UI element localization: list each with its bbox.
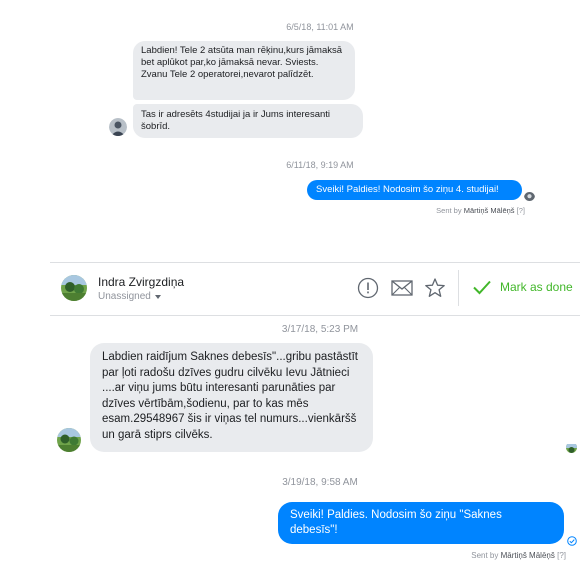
alert-circle-icon: [357, 277, 379, 299]
star-button[interactable]: [424, 277, 446, 299]
delivered-check-icon: [567, 536, 577, 546]
timestamp: 6/11/18, 9:19 AM: [286, 160, 354, 170]
incoming-message: Labdien! Tele 2 atsūta man rēķinu,kurs j…: [133, 41, 355, 100]
sent-by-help[interactable]: [?]: [517, 206, 525, 215]
incoming-message: Tas ir adresēts 4studijai ja ir Jums int…: [133, 104, 363, 138]
sender-avatar[interactable]: [109, 118, 127, 136]
assignee-label: Unassigned: [98, 291, 151, 302]
contact-name: Indra Zvirgzdiņa: [98, 275, 185, 289]
person-photo-icon: [61, 275, 87, 301]
assignee-dropdown[interactable]: Unassigned: [98, 291, 162, 302]
person-photo-icon: [524, 192, 535, 201]
envelope-icon: [391, 280, 413, 296]
outgoing-message: Sveiki! Paldies. Nodosim šo ziņu "Saknes…: [278, 502, 564, 544]
checkmark-icon: [473, 280, 491, 295]
sent-by-prefix: Sent by: [436, 206, 462, 215]
sent-by-name[interactable]: Mārtiņš Mālēņš: [464, 206, 515, 215]
header-divider: [458, 270, 459, 306]
incoming-message: Labdien raidījum Saknes debesīs"...gribu…: [90, 343, 373, 452]
sender-avatar[interactable]: [57, 428, 81, 452]
mark-as-done-button[interactable]: Mark as done: [472, 279, 573, 295]
delivered-status: [567, 533, 577, 546]
timestamp: 3/17/18, 5:23 PM: [281, 324, 359, 335]
agent-avatar: [524, 190, 535, 201]
person-photo-icon: [566, 444, 577, 453]
timestamp: 6/5/18, 11:01 AM: [286, 22, 354, 32]
sent-by-help[interactable]: [?]: [557, 551, 566, 560]
contact-avatar[interactable]: [61, 275, 87, 301]
spam-button[interactable]: [357, 277, 379, 299]
outgoing-message: Sveiki! Paldies! Nodosim šo ziņu 4. stud…: [307, 180, 522, 200]
sent-by-name[interactable]: Mārtiņš Mālēņš: [501, 551, 555, 560]
sent-by-prefix: Sent by: [471, 551, 499, 560]
star-icon: [425, 278, 445, 297]
person-photo-icon: [57, 428, 81, 452]
sent-by-line: Sent by Mārtiņš Mālēņš [?]: [390, 206, 525, 215]
mark-as-done-label: Mark as done: [500, 280, 573, 294]
mark-unread-button[interactable]: [390, 278, 414, 298]
timestamp: 3/19/18, 9:58 AM: [282, 477, 358, 488]
sent-by-line: Sent by Mārtiņš Mālēņš [?]: [420, 551, 566, 560]
seen-by-avatar: [566, 442, 577, 453]
person-photo-icon: [109, 118, 127, 136]
caret-down-icon: [154, 294, 161, 299]
